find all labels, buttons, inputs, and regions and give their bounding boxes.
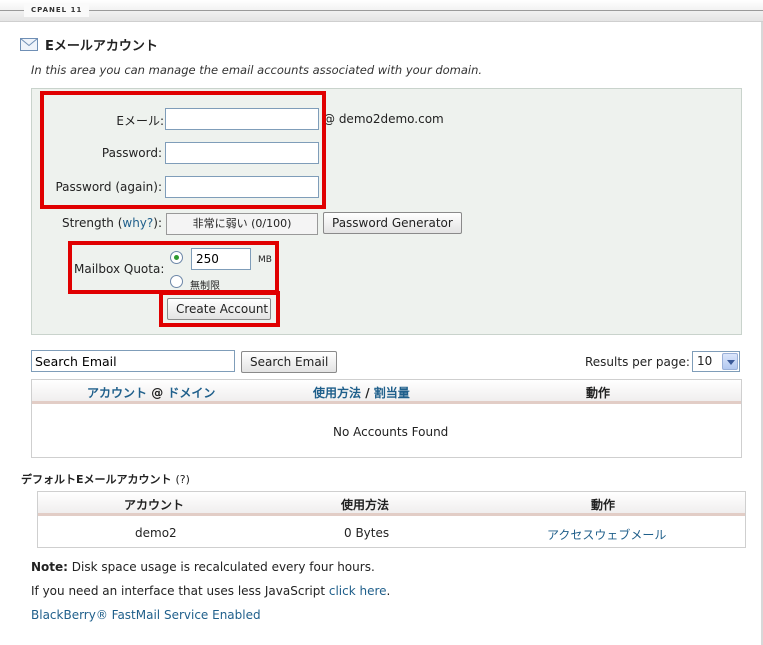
- quota-limited-radio[interactable]: [170, 251, 183, 264]
- click-here-link[interactable]: click here: [329, 584, 387, 598]
- less-javascript-note: If you need an interface that uses less …: [31, 584, 391, 598]
- password-again-label: Password (again):: [55, 180, 162, 194]
- top-bar: CPANEL 11: [0, 0, 763, 22]
- sort-domain-link[interactable]: ドメイン: [167, 386, 215, 400]
- email-label: Eメール:: [116, 114, 164, 128]
- col-default-usage: 使用方法: [341, 498, 390, 512]
- email-input[interactable]: [165, 108, 319, 130]
- default-account-title: デフォルトEメールアカウント (?): [21, 473, 190, 486]
- col-account-domain: アカウント @ ドメイン: [87, 386, 216, 400]
- disk-space-note: Note: Disk space usage is recalculated e…: [31, 560, 375, 574]
- envelope-icon: [20, 38, 38, 51]
- page-title: Eメールアカウント: [45, 39, 158, 54]
- col-default-account: アカウント: [124, 498, 185, 512]
- unlimited-label: 無制限: [190, 281, 220, 292]
- help-link[interactable]: (?): [176, 473, 190, 486]
- results-per-page-select[interactable]: 10: [692, 351, 740, 372]
- default-account-name: demo2: [135, 526, 177, 540]
- password-input[interactable]: [165, 142, 319, 164]
- results-per-page-value: 10: [697, 354, 713, 368]
- search-email-input[interactable]: [31, 350, 235, 372]
- password-again-input[interactable]: [165, 176, 319, 198]
- blackberry-link[interactable]: BlackBerry® FastMail Service Enabled: [31, 608, 261, 622]
- domain-label: @ demo2demo.com: [323, 112, 444, 126]
- col-default-action: 動作: [591, 498, 616, 512]
- strength-meter: 非常に弱い (0/100): [166, 213, 318, 235]
- sort-usage-link[interactable]: 使用方法: [313, 386, 361, 400]
- password-label: Password:: [101, 146, 162, 160]
- page-description: In this area you can manage the email ac…: [31, 63, 483, 77]
- create-account-button[interactable]: Create Account: [167, 298, 271, 320]
- quota-input[interactable]: [191, 248, 251, 270]
- default-account-table: アカウント 使用方法 動作 demo2 0 Bytes アクセスウェブメール: [37, 491, 746, 548]
- sort-quota-link[interactable]: 割当量: [374, 386, 410, 400]
- mailbox-quota-label: Mailbox Quota:: [74, 262, 165, 276]
- accounts-table: アカウント @ ドメイン 使用方法 / 割当量 動作 No Accounts F…: [31, 379, 742, 458]
- no-accounts-message: No Accounts Found: [333, 425, 449, 439]
- col-usage-quota: 使用方法 / 割当量: [313, 386, 410, 400]
- col-action: 動作: [586, 386, 611, 400]
- default-account-usage: 0 Bytes: [344, 526, 390, 540]
- password-generator-button[interactable]: Password Generator: [323, 212, 462, 234]
- quota-unlimited-radio[interactable]: [170, 275, 183, 288]
- access-webmail-link[interactable]: アクセスウェブメール: [547, 526, 666, 543]
- cpanel-logo: CPANEL 11: [24, 3, 90, 17]
- quota-unit-label: MB: [258, 255, 272, 265]
- results-per-page-label: Results per page:: [585, 355, 690, 369]
- search-email-button[interactable]: Search Email: [241, 351, 338, 373]
- top-bar-line: [0, 10, 763, 11]
- sort-account-link[interactable]: アカウント: [87, 386, 147, 400]
- strength-why-link[interactable]: why?: [122, 216, 153, 230]
- chevron-down-icon[interactable]: [722, 353, 738, 370]
- strength-label: Strength (why?):: [61, 216, 162, 230]
